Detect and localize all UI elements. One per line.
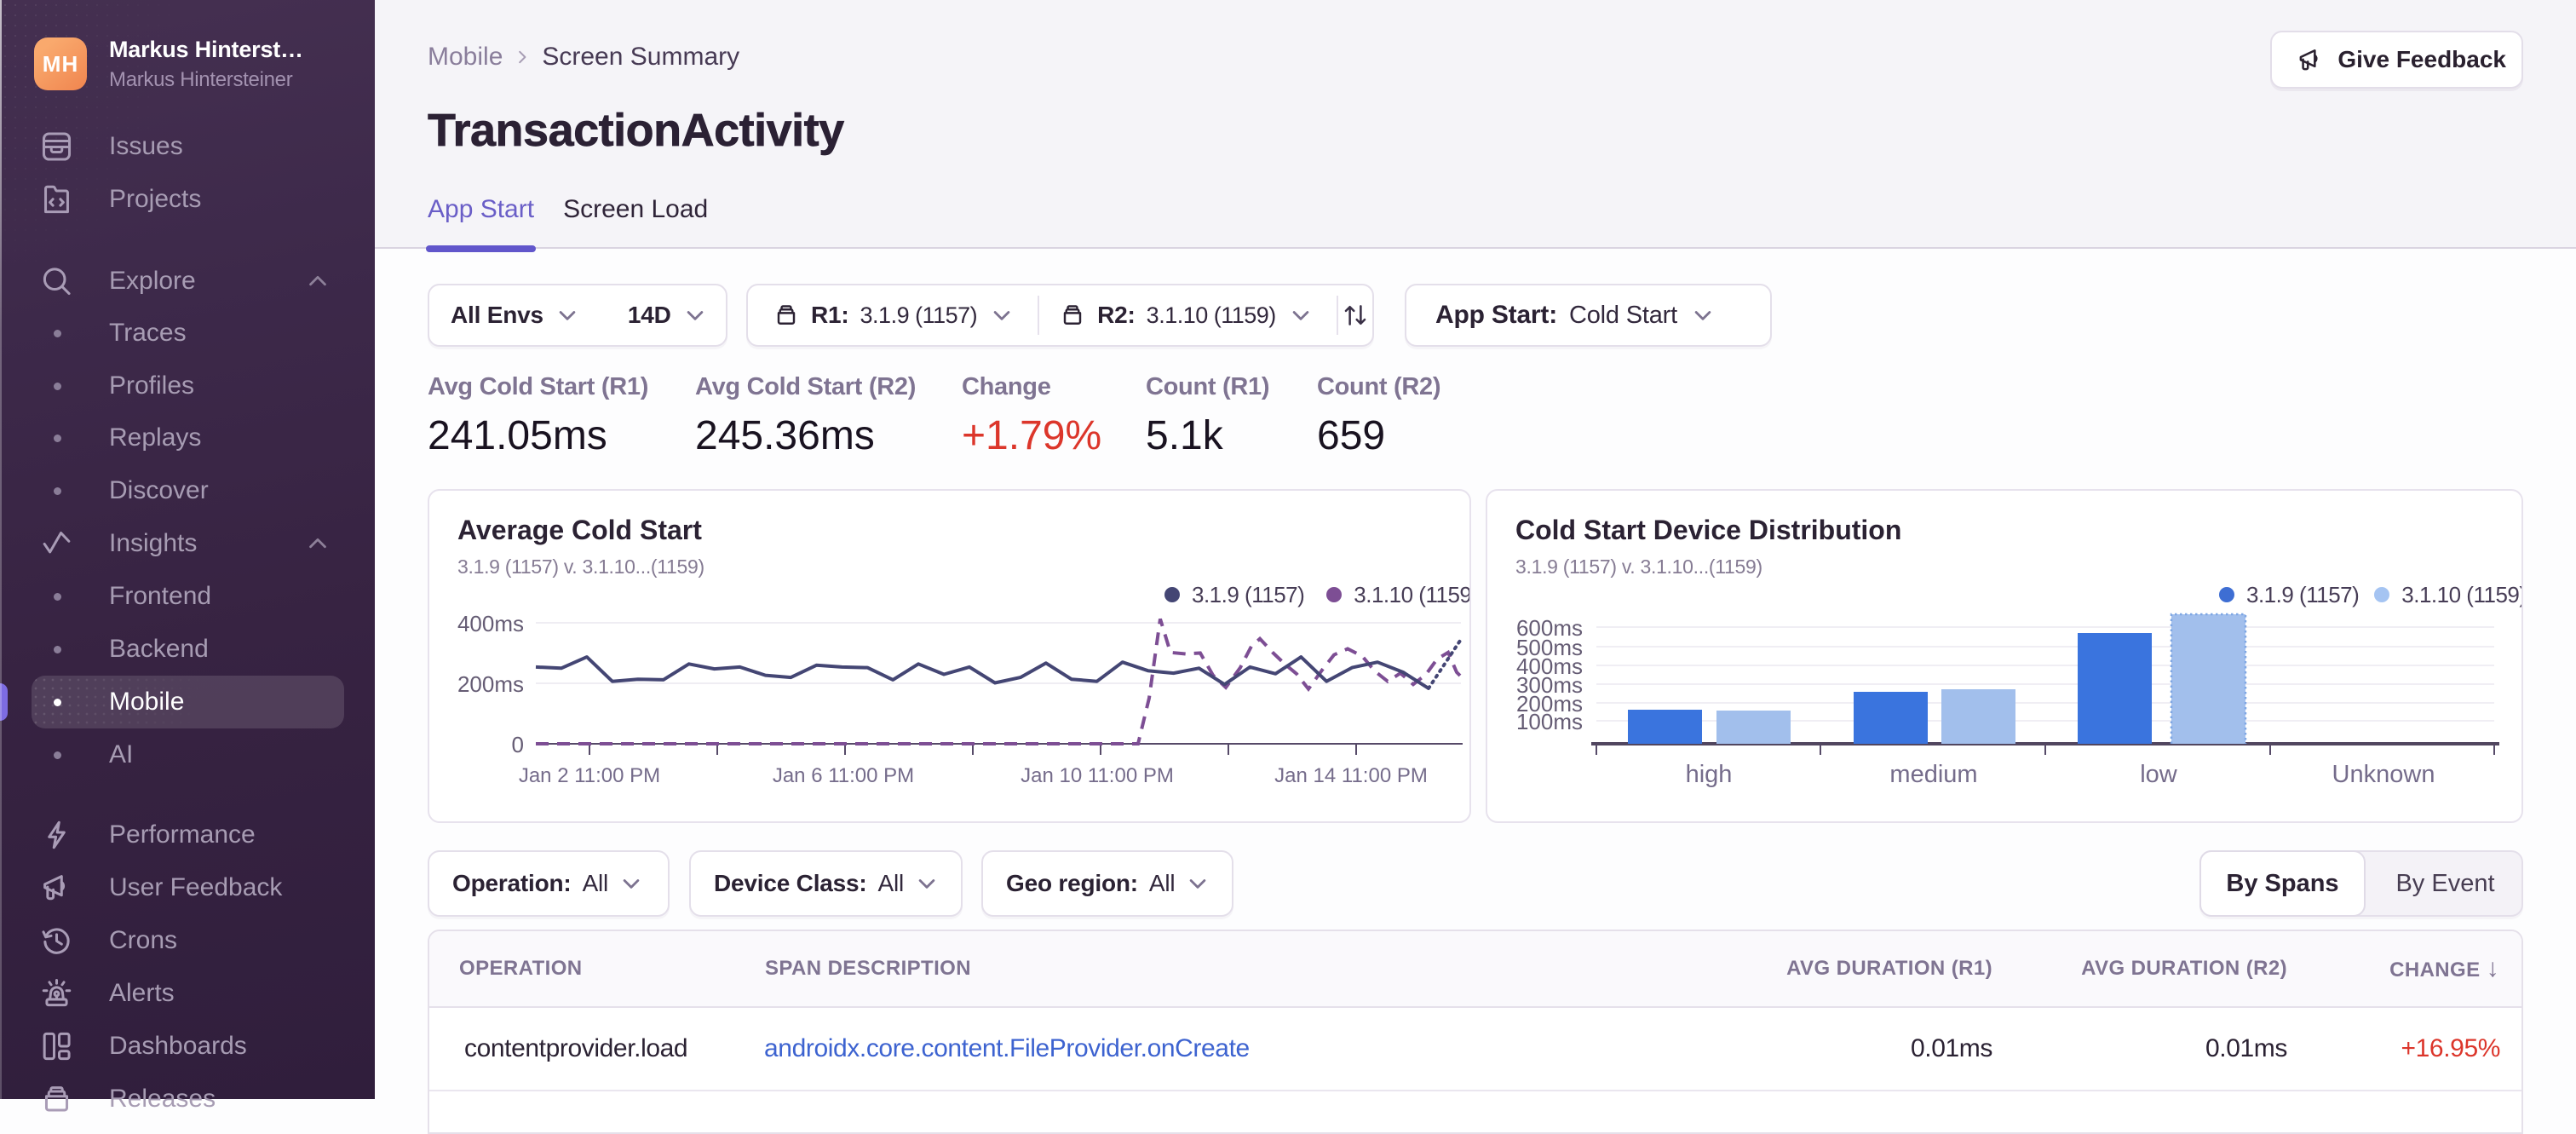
svg-text:400ms: 400ms	[457, 611, 524, 636]
svg-text:Jan 2 11:00 PM: Jan 2 11:00 PM	[519, 764, 660, 787]
svg-text:Unknown: Unknown	[2332, 761, 2435, 788]
svg-text:Jan 6 11:00 PM: Jan 6 11:00 PM	[773, 764, 914, 787]
svg-text:Jan 14 11:00 PM: Jan 14 11:00 PM	[1274, 764, 1428, 787]
svg-text:0: 0	[512, 732, 524, 757]
svg-text:high: high	[1686, 761, 1733, 788]
svg-text:medium: medium	[1889, 761, 1977, 788]
svg-text:low: low	[2140, 761, 2178, 788]
svg-text:200ms: 200ms	[457, 671, 524, 697]
svg-text:Jan 10 11:00 PM: Jan 10 11:00 PM	[1021, 764, 1174, 787]
svg-text:100ms: 100ms	[1516, 709, 1583, 734]
